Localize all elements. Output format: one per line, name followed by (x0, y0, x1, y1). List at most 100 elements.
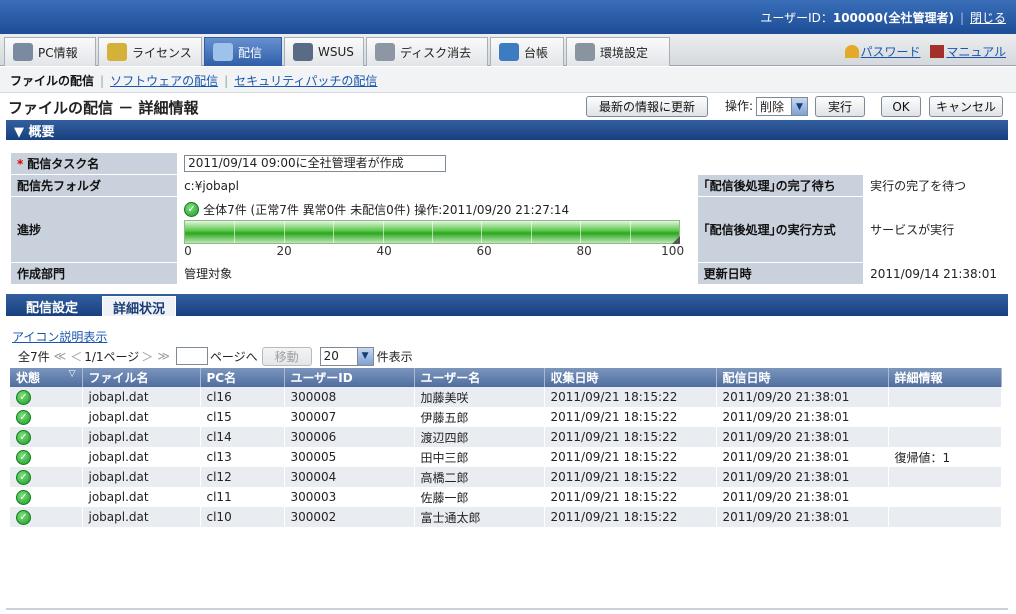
overview-table: * 配信タスク名 2011/09/14 09:00に全社管理者が作成 配信先フォル… (9, 152, 1004, 285)
tab-settings[interactable]: 環境設定 (566, 37, 670, 66)
user-id-cell: 300002 (284, 507, 415, 527)
distributed-at-cell: 2011/09/20 21:38:01 (716, 387, 889, 407)
progress-scale-label: 0 (184, 244, 192, 258)
progress-tick (629, 221, 631, 243)
license-icon (107, 43, 127, 61)
file-name-cell: jobapl.dat (82, 467, 201, 487)
table-row[interactable]: ✓ jobapl.dat cl15 300007 伊藤五郎 2011/09/21 18:1… (10, 407, 1002, 427)
tab-distribution[interactable]: 配信 (204, 37, 282, 66)
detail-cell (888, 487, 1002, 507)
progress-tick (432, 221, 434, 243)
user-id-cell: 300004 (284, 467, 415, 487)
distributed-at-cell: 2011/09/20 21:38:01 (716, 487, 889, 507)
disk-erase-icon (375, 43, 395, 61)
ok-button[interactable]: OK (881, 96, 921, 117)
user-id-cell: 300007 (284, 407, 415, 427)
close-link[interactable]: 閉じる (970, 11, 1006, 25)
operation-select[interactable]: 削除 ▼ (756, 97, 808, 116)
separator: | (100, 74, 105, 88)
file-name-cell: jobapl.dat (82, 427, 201, 447)
distributed-at-cell: 2011/09/20 21:38:01 (716, 507, 889, 527)
user-name-cell: 渡辺四郎 (414, 427, 545, 447)
overview-section-header[interactable]: ▼ 概要 (6, 120, 1008, 140)
refresh-button[interactable]: 最新の情報に更新 (586, 96, 708, 117)
table-row[interactable]: ✓ jobapl.dat cl10 300002 富士通太郎 2011/09/21 18:… (10, 507, 1002, 527)
pc-name-cell: cl11 (200, 487, 285, 507)
chevron-down-icon: ▼ (791, 98, 807, 115)
progress-bar-corner (672, 236, 681, 244)
subnav-software-link[interactable]: ソフトウェアの配信 (110, 74, 218, 88)
prev-page-button[interactable]: ＜ (70, 348, 82, 365)
status-cell: ✓ (10, 467, 83, 487)
col-file-name[interactable]: ファイル名 (82, 368, 201, 387)
page-number-input[interactable] (175, 347, 208, 365)
user-info: ユーザーID：100000(全社管理者) | 閉じる (760, 9, 1006, 26)
task-name-input[interactable]: 2011/09/14 09:00に全社管理者が作成 (184, 155, 447, 172)
detail-cell (888, 507, 1002, 527)
icon-legend-link[interactable]: アイコン説明表示 (12, 328, 107, 345)
tab-distribution-settings[interactable]: 配信設定 (16, 296, 88, 316)
task-name-cell: 2011/09/14 09:00に全社管理者が作成 (177, 152, 1004, 175)
subnav-patch-link[interactable]: セキュリティパッチの配信 (234, 74, 377, 88)
collected-at-cell: 2011/09/21 18:15:22 (544, 427, 717, 447)
move-button[interactable]: 移動 (261, 346, 312, 366)
pc-name-cell: cl13 (200, 447, 285, 467)
table-row[interactable]: ✓ jobapl.dat cl16 300008 加藤美咲 2011/09/21 18:1… (10, 387, 1002, 407)
next-page-button[interactable]: ＞ (141, 348, 153, 365)
tab-label: ライセンス (132, 45, 192, 60)
progress-tick (333, 221, 335, 243)
per-page-value: 20 (323, 348, 339, 363)
task-name-label: 配信タスク名 (27, 157, 100, 171)
table-row[interactable]: ✓ jobapl.dat cl11 300003 佐藤一郎 2011/09/21 18:1… (10, 487, 1002, 507)
detail-cell (888, 387, 1002, 407)
file-name-cell: jobapl.dat (82, 507, 201, 527)
user-id-label: ユーザーID： (760, 11, 833, 25)
user-name-cell: 加藤美咲 (414, 387, 545, 407)
success-check-icon: ✓ (16, 510, 31, 525)
collected-at-cell: 2011/09/21 18:15:22 (544, 447, 717, 467)
page-title: ファイルの配信 － 詳細情報 (8, 99, 199, 117)
detail-tab-bar: 配信設定 詳細状況 (6, 294, 1008, 317)
operation-label: 操作: (725, 99, 754, 113)
tab-license[interactable]: ライセンス (98, 37, 202, 66)
tab-disk-erase[interactable]: ディスク消去 (366, 37, 488, 66)
sub-navigation: ファイルの配信 | ソフトウェアの配信 | セキュリティパッチの配信 (0, 67, 1016, 93)
folder-header: 配信先フォルダ (9, 174, 179, 197)
tab-label: ディスク消去 (400, 45, 472, 60)
col-detail[interactable]: 詳細情報 (888, 368, 1002, 387)
wait-header: ｢配信後処理｣の完了待ち (696, 174, 865, 197)
last-page-button[interactable]: ≫ (157, 349, 170, 363)
distributed-at-cell: 2011/09/20 21:38:01 (716, 467, 889, 487)
total-count: 全7件 (18, 349, 50, 364)
detail-cell (888, 467, 1002, 487)
table-row[interactable]: ✓ jobapl.dat cl12 300004 高橋二郎 2011/09/21 18:1… (10, 467, 1002, 487)
col-pc-name[interactable]: PC名 (200, 368, 285, 387)
table-row[interactable]: ✓ jobapl.dat cl13 300005 田中三郎 2011/09/21 18:1… (10, 447, 1002, 467)
password-link[interactable]: パスワード (861, 45, 921, 59)
manual-link[interactable]: マニュアル (946, 45, 1006, 59)
col-user-id[interactable]: ユーザーID (284, 368, 415, 387)
tab-label: 台帳 (524, 45, 549, 60)
first-page-button[interactable]: ≪ (54, 349, 67, 363)
detail-cell: 復帰値：1 (888, 447, 1002, 467)
col-collected-at[interactable]: 収集日時 (544, 368, 717, 387)
execute-button[interactable]: 実行 (815, 96, 865, 117)
tab-detail-status[interactable]: 詳細状況 (102, 296, 177, 317)
per-page-select[interactable]: 20 ▼ (319, 346, 374, 366)
required-mark: * (17, 157, 24, 171)
tab-ledger[interactable]: 台帳 (490, 37, 564, 66)
cancel-button[interactable]: キャンセル (929, 96, 1003, 117)
pc-name-cell: cl10 (200, 507, 285, 527)
pager: 全7件 ≪ ＜ 1/1ページ ＞ ≫ ページへ 移動 20 ▼ 件表示 (18, 346, 413, 366)
progress-scale-label: 100 (661, 244, 685, 258)
success-check-icon: ✓ (16, 450, 31, 465)
key-icon (844, 45, 859, 58)
col-user-name[interactable]: ユーザー名 (414, 368, 545, 387)
tab-pc-info[interactable]: PC情報 (4, 37, 96, 66)
col-distributed-at[interactable]: 配信日時 (716, 368, 889, 387)
col-status[interactable]: 状態 ▽ (10, 368, 83, 387)
user-id-cell: 300006 (284, 427, 415, 447)
status-cell: ✓ (10, 407, 83, 427)
table-row[interactable]: ✓ jobapl.dat cl14 300006 渡辺四郎 2011/09/21 18:1… (10, 427, 1002, 447)
tab-wsus[interactable]: WSUS (284, 37, 364, 66)
